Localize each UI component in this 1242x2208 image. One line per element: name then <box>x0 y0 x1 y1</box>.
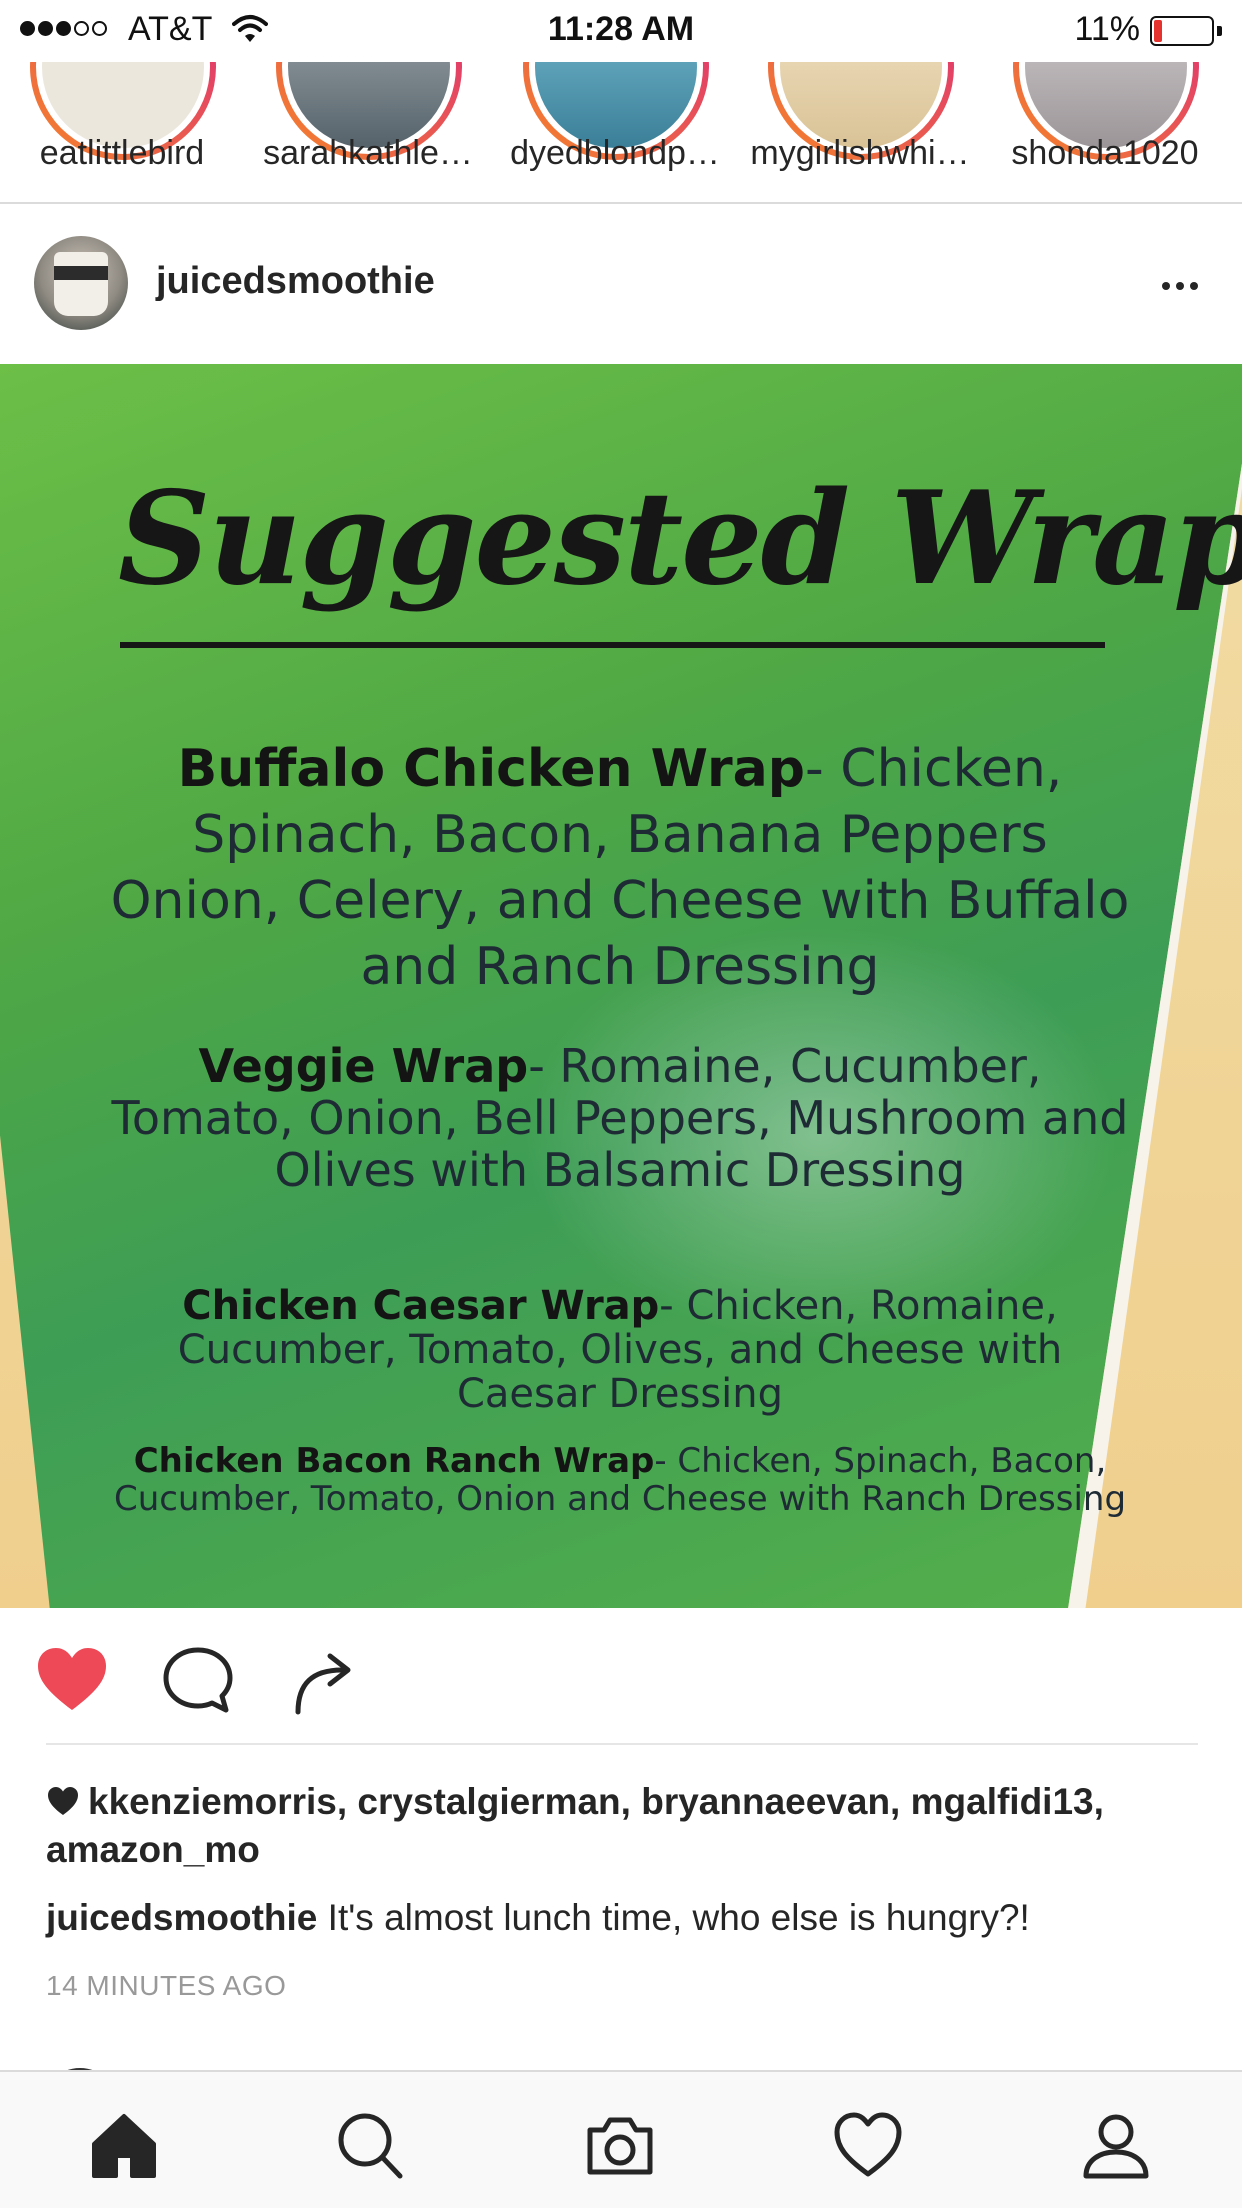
likes-list[interactable]: kkenziemorris, crystalgierman, bryannaee… <box>46 1778 1206 1874</box>
search-icon[interactable] <box>334 2110 406 2180</box>
story-item[interactable]: dyedblondp… <box>485 62 720 202</box>
home-icon[interactable] <box>88 2110 160 2180</box>
battery-percentage: 11% <box>1074 10 1140 48</box>
menu-item: Buffalo Chicken Wrap- Chicken, Spinach, … <box>110 736 1130 1000</box>
sign-title: Suggested Wraps <box>118 464 1242 614</box>
battery-icon <box>1150 16 1222 46</box>
share-icon[interactable] <box>288 1644 364 1716</box>
likes-usernames[interactable]: kkenziemorris, crystalgierman, bryannaee… <box>46 1781 1104 1870</box>
status-time: 11:28 AM <box>547 10 695 48</box>
likes-heart-icon <box>48 1787 78 1815</box>
story-username: eatlittlebird <box>39 134 205 172</box>
menu-item-name: Buffalo Chicken Wrap <box>177 739 805 799</box>
menu-item: Chicken Bacon Ranch Wrap- Chicken, Spina… <box>110 1442 1130 1518</box>
actions-divider <box>46 1743 1198 1745</box>
story-item[interactable]: mygirlishwhi… <box>730 62 970 202</box>
stories-tray: eatlittlebird sarahkathle… dyedblondp… m… <box>0 62 1242 202</box>
post-caption: juicedsmoothie It's almost lunch time, w… <box>46 1894 1216 1942</box>
menu-item-name: Chicken Bacon Ranch Wrap <box>133 1441 655 1481</box>
story-username: sarahkathle… <box>263 134 473 172</box>
tab-bar <box>0 2070 1242 2208</box>
post-header: juicedsmoothie <box>0 204 1242 364</box>
sign-title-underline <box>120 642 1105 648</box>
comment-icon[interactable] <box>160 1644 236 1716</box>
status-bar: AT&T 11:28 AM 11% <box>0 0 1242 62</box>
story-username: dyedblondp… <box>510 134 720 172</box>
story-item[interactable]: shonda1020 <box>975 62 1199 202</box>
camera-icon[interactable] <box>584 2110 656 2180</box>
post-photo[interactable]: Suggested Wraps Buffalo Chicken Wrap- Ch… <box>0 364 1242 1608</box>
post-timestamp: 14 MINUTES AGO <box>46 1970 287 2001</box>
caption-text: It's almost lunch time, who else is hung… <box>327 1897 1030 1938</box>
menu-item-name: Chicken Caesar Wrap <box>182 1283 660 1329</box>
post-actions <box>0 1608 1242 1744</box>
story-item[interactable]: sarahkathle… <box>238 62 473 202</box>
heart-icon[interactable] <box>832 2110 904 2180</box>
story-item[interactable]: eatlittlebird <box>0 62 216 202</box>
menu-item: Chicken Caesar Wrap- Chicken, Romaine, C… <box>110 1284 1130 1416</box>
post-author-username[interactable]: juicedsmoothie <box>156 260 435 303</box>
profile-icon[interactable] <box>1080 2110 1152 2180</box>
post-author-avatar[interactable] <box>34 236 128 330</box>
menu-item-name: Veggie Wrap <box>198 1039 529 1093</box>
menu-item: Veggie Wrap- Romaine, Cucumber, Tomato, … <box>110 1040 1130 1196</box>
story-username: mygirlishwhi… <box>750 134 970 172</box>
like-heart-icon[interactable] <box>34 1644 110 1716</box>
more-options-icon[interactable] <box>1162 282 1198 290</box>
story-username: shonda1020 <box>1011 134 1199 172</box>
caption-username[interactable]: juicedsmoothie <box>46 1897 317 1938</box>
